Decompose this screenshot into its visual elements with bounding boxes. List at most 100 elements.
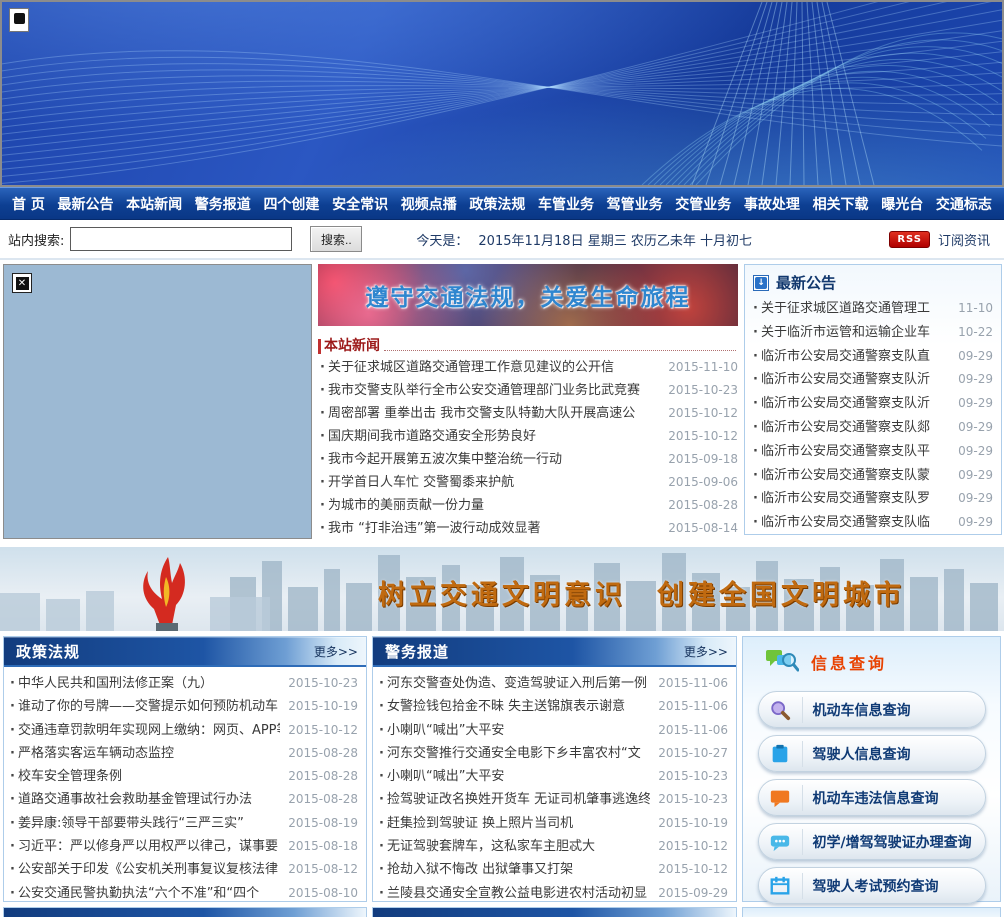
list-item[interactable]: 河东交警查处伪造、变造驾驶证入刑后第一例 2015-11-06 [377, 672, 728, 695]
list-item[interactable]: 临沂市公安局交通警察支队郯 09-29 [751, 416, 993, 440]
list-item[interactable]: 关于征求城区道路交通管理工 11-10 [751, 297, 993, 321]
nav-item[interactable]: 驾管业务 [605, 194, 665, 214]
list-item[interactable]: 谁动了你的号牌——交警提示如何预防机动车 2015-10-19 [8, 695, 358, 718]
rss-icon[interactable]: RSS [889, 230, 930, 248]
search-button[interactable]: 搜索.. [310, 226, 363, 252]
list-item[interactable]: 道路交通事故社会救助基金管理试行办法 2015-08-28 [8, 788, 358, 811]
list-item[interactable]: 兰陵县交通安全宣教公益电影进农村活动初显 2015-09-29 [377, 882, 728, 905]
list-item[interactable]: 严格落实客运车辆动态监控 2015-08-28 [8, 742, 358, 765]
article-link[interactable]: 关于临沂市运管和运输企业车 [761, 321, 950, 345]
list-item[interactable]: 临沂市公安局交通警察支队直 09-29 [751, 345, 993, 369]
nav-item[interactable]: 最新公告 [56, 194, 116, 214]
police-news-more-link[interactable]: 更多>> [684, 643, 728, 660]
article-link[interactable]: 临沂市公安局交通警察支队郯 [761, 416, 950, 440]
article-link[interactable]: 校车安全管理条例 [18, 765, 280, 788]
list-item[interactable]: 周密部署 重拳出击 我市交警支队特勤大队开展高速公 2015-10-12 [318, 402, 738, 425]
article-link[interactable]: 中华人民共和国刑法修正案（九） [18, 672, 280, 695]
list-item[interactable]: 捡驾驶证改名换姓开货车 无证司机肇事逃逸终 2015-10-23 [377, 788, 728, 811]
query-button[interactable]: 驾驶人信息查询 [757, 735, 986, 772]
article-link[interactable]: 公安交通民警执勤执法“六个不准”和“四个 [18, 882, 280, 905]
list-item[interactable]: 关于征求城区道路交通管理工作意见建议的公开信 2015-11-10 [318, 356, 738, 379]
list-item[interactable]: 中华人民共和国刑法修正案（九） 2015-10-23 [8, 672, 358, 695]
article-link[interactable]: 赶集捡到驾驶证 换上照片当司机 [387, 812, 650, 835]
list-item[interactable]: 为城市的美丽贡献一份力量 2015-08-28 [318, 494, 738, 517]
list-item[interactable]: 国庆期间我市道路交通安全形势良好 2015-10-12 [318, 425, 738, 448]
article-link[interactable]: 我市交警支队举行全市公安交通管理部门业务比武竞赛 [328, 379, 660, 402]
article-link[interactable]: 临沂市公安局交通警察支队平 [761, 440, 950, 464]
article-link[interactable]: 女警捡钱包拾金不昧 失主送锦旗表示谢意 [387, 695, 650, 718]
article-link[interactable]: 临沂市公安局交通警察支队直 [761, 345, 950, 369]
list-item[interactable]: 无证驾驶套牌车，这私家车主胆忒大 2015-10-12 [377, 835, 728, 858]
nav-item[interactable]: 事故处理 [742, 194, 802, 214]
nav-item[interactable]: 车管业务 [536, 194, 596, 214]
list-item[interactable]: 小喇叭“喊出”大平安 2015-11-06 [377, 719, 728, 742]
article-link[interactable]: 谁动了你的号牌——交警提示如何预防机动车 [18, 695, 280, 718]
article-link[interactable]: 关于征求城区道路交通管理工 [761, 297, 950, 321]
article-link[interactable]: 河东交警推行交通安全电影下乡丰富农村“文 [387, 742, 650, 765]
list-item[interactable]: 公安交通民警执勤执法“六个不准”和“四个 2015-08-10 [8, 882, 358, 905]
article-link[interactable]: 公安部关于印发《公安机关刑事复议复核法律 [18, 858, 280, 881]
article-link[interactable]: 捡驾驶证改名换姓开货车 无证司机肇事逃逸终 [387, 788, 650, 811]
list-item[interactable]: 公安部关于印发《公安机关刑事复议复核法律 2015-08-12 [8, 858, 358, 881]
article-link[interactable]: 国庆期间我市道路交通安全形势良好 [328, 425, 660, 448]
article-link[interactable]: 无证驾驶套牌车，这私家车主胆忒大 [387, 835, 650, 858]
subscribe-link[interactable]: 订阅资讯 [938, 230, 990, 249]
article-link[interactable]: 临沂市公安局交通警察支队罗 [761, 487, 950, 511]
list-item[interactable]: 临沂市公安局交通警察支队平 09-29 [751, 440, 993, 464]
article-link[interactable]: 临沂市公安局交通警察支队沂 [761, 368, 950, 392]
article-link[interactable]: 开学首日人车忙 交警蜀黍来护航 [328, 471, 660, 494]
article-link[interactable]: 道路交通事故社会救助基金管理试行办法 [18, 788, 280, 811]
list-item[interactable]: 抢劫入狱不悔改 出狱肇事又打架 2015-10-12 [377, 858, 728, 881]
list-item[interactable]: 校车安全管理条例 2015-08-28 [8, 765, 358, 788]
list-item[interactable]: 开学首日人车忙 交警蜀黍来护航 2015-09-06 [318, 471, 738, 494]
article-link[interactable]: 习近平：严以修身严以用权严以律己，谋事要 [18, 835, 280, 858]
article-link[interactable]: 临沂市公安局交通警察支队沂 [761, 392, 950, 416]
list-item[interactable]: 关于临沂市运管和运输企业车 10-22 [751, 321, 993, 345]
nav-item[interactable]: 交管业务 [673, 194, 733, 214]
article-link[interactable]: 兰陵县交通安全宣教公益电影进农村活动初显 [387, 882, 650, 905]
nav-item[interactable]: 本站新闻 [124, 194, 184, 214]
nav-item[interactable]: 四个创建 [261, 194, 321, 214]
query-button[interactable]: 机动车信息查询 [757, 691, 986, 728]
list-item[interactable]: 交通违章罚款明年实现网上缴纳：网页、APP等 2015-10-12 [8, 719, 358, 742]
article-link[interactable]: 我市 “打非治违”第一波行动成效显著 [328, 517, 660, 540]
list-item[interactable]: 我市交警支队举行全市公安交通管理部门业务比武竞赛 2015-10-23 [318, 379, 738, 402]
list-item[interactable]: 河东交警推行交通安全电影下乡丰富农村“文 2015-10-27 [377, 742, 728, 765]
nav-item[interactable]: 曝光台 [879, 194, 925, 214]
policy-more-link[interactable]: 更多>> [314, 643, 358, 660]
list-item[interactable]: 姜异康:领导干部要带头践行“三严三实” 2015-08-19 [8, 812, 358, 835]
article-link[interactable]: 抢劫入狱不悔改 出狱肇事又打架 [387, 858, 650, 881]
list-item[interactable]: 临沂市公安局交通警察支队罗 09-29 [751, 487, 993, 511]
list-item[interactable]: 赶集捡到驾驶证 换上照片当司机 2015-10-19 [377, 812, 728, 835]
nav-item[interactable]: 警务报道 [193, 194, 253, 214]
article-link[interactable]: 小喇叭“喊出”大平安 [387, 765, 650, 788]
list-item[interactable]: 我市今起开展第五波次集中整治统一行动 2015-09-18 [318, 448, 738, 471]
nav-item[interactable]: 相关下载 [811, 194, 871, 214]
nav-item[interactable]: 安全常识 [330, 194, 390, 214]
list-item[interactable]: 女警捡钱包拾金不昧 失主送锦旗表示谢意 2015-11-06 [377, 695, 728, 718]
list-item[interactable]: 临沂市公安局交通警察支队沂 09-29 [751, 368, 993, 392]
article-link[interactable]: 河东交警查处伪造、变造驾驶证入刑后第一例 [387, 672, 650, 695]
list-item[interactable]: 临沂市公安局交通警察支队沂 09-29 [751, 392, 993, 416]
list-item[interactable]: 临沂市公安局交通警察支队临 09-29 [751, 511, 993, 535]
query-button[interactable]: 机动车违法信息查询 [757, 779, 986, 816]
article-link[interactable]: 交通违章罚款明年实现网上缴纳：网页、APP等 [18, 719, 280, 742]
article-link[interactable]: 我市今起开展第五波次集中整治统一行动 [328, 448, 660, 471]
list-item[interactable]: 我市 “打非治违”第一波行动成效显著 2015-08-14 [318, 517, 738, 540]
article-link[interactable]: 姜异康:领导干部要带头践行“三严三实” [18, 812, 280, 835]
nav-item[interactable]: 政策法规 [467, 194, 527, 214]
article-link[interactable]: 周密部署 重拳出击 我市交警支队特勤大队开展高速公 [328, 402, 660, 425]
list-item[interactable]: 小喇叭“喊出”大平安 2015-10-23 [377, 765, 728, 788]
nav-item[interactable]: 视频点播 [399, 194, 459, 214]
article-link[interactable]: 临沂市公安局交通警察支队蒙 [761, 464, 950, 488]
article-link[interactable]: 临沂市公安局交通警察支队临 [761, 511, 950, 535]
nav-item[interactable]: 首 页 [10, 194, 47, 214]
list-item[interactable]: 临沂市公安局交通警察支队蒙 09-29 [751, 464, 993, 488]
query-button[interactable]: 初学/增驾驾驶证办理查询 [757, 823, 986, 860]
nav-item[interactable]: 交通标志 [934, 194, 994, 214]
article-link[interactable]: 为城市的美丽贡献一份力量 [328, 494, 660, 517]
list-item[interactable]: 习近平：严以修身严以用权严以律己，谋事要 2015-08-18 [8, 835, 358, 858]
article-link[interactable]: 小喇叭“喊出”大平安 [387, 719, 650, 742]
article-link[interactable]: 严格落实客运车辆动态监控 [18, 742, 280, 765]
article-link[interactable]: 关于征求城区道路交通管理工作意见建议的公开信 [328, 356, 660, 379]
